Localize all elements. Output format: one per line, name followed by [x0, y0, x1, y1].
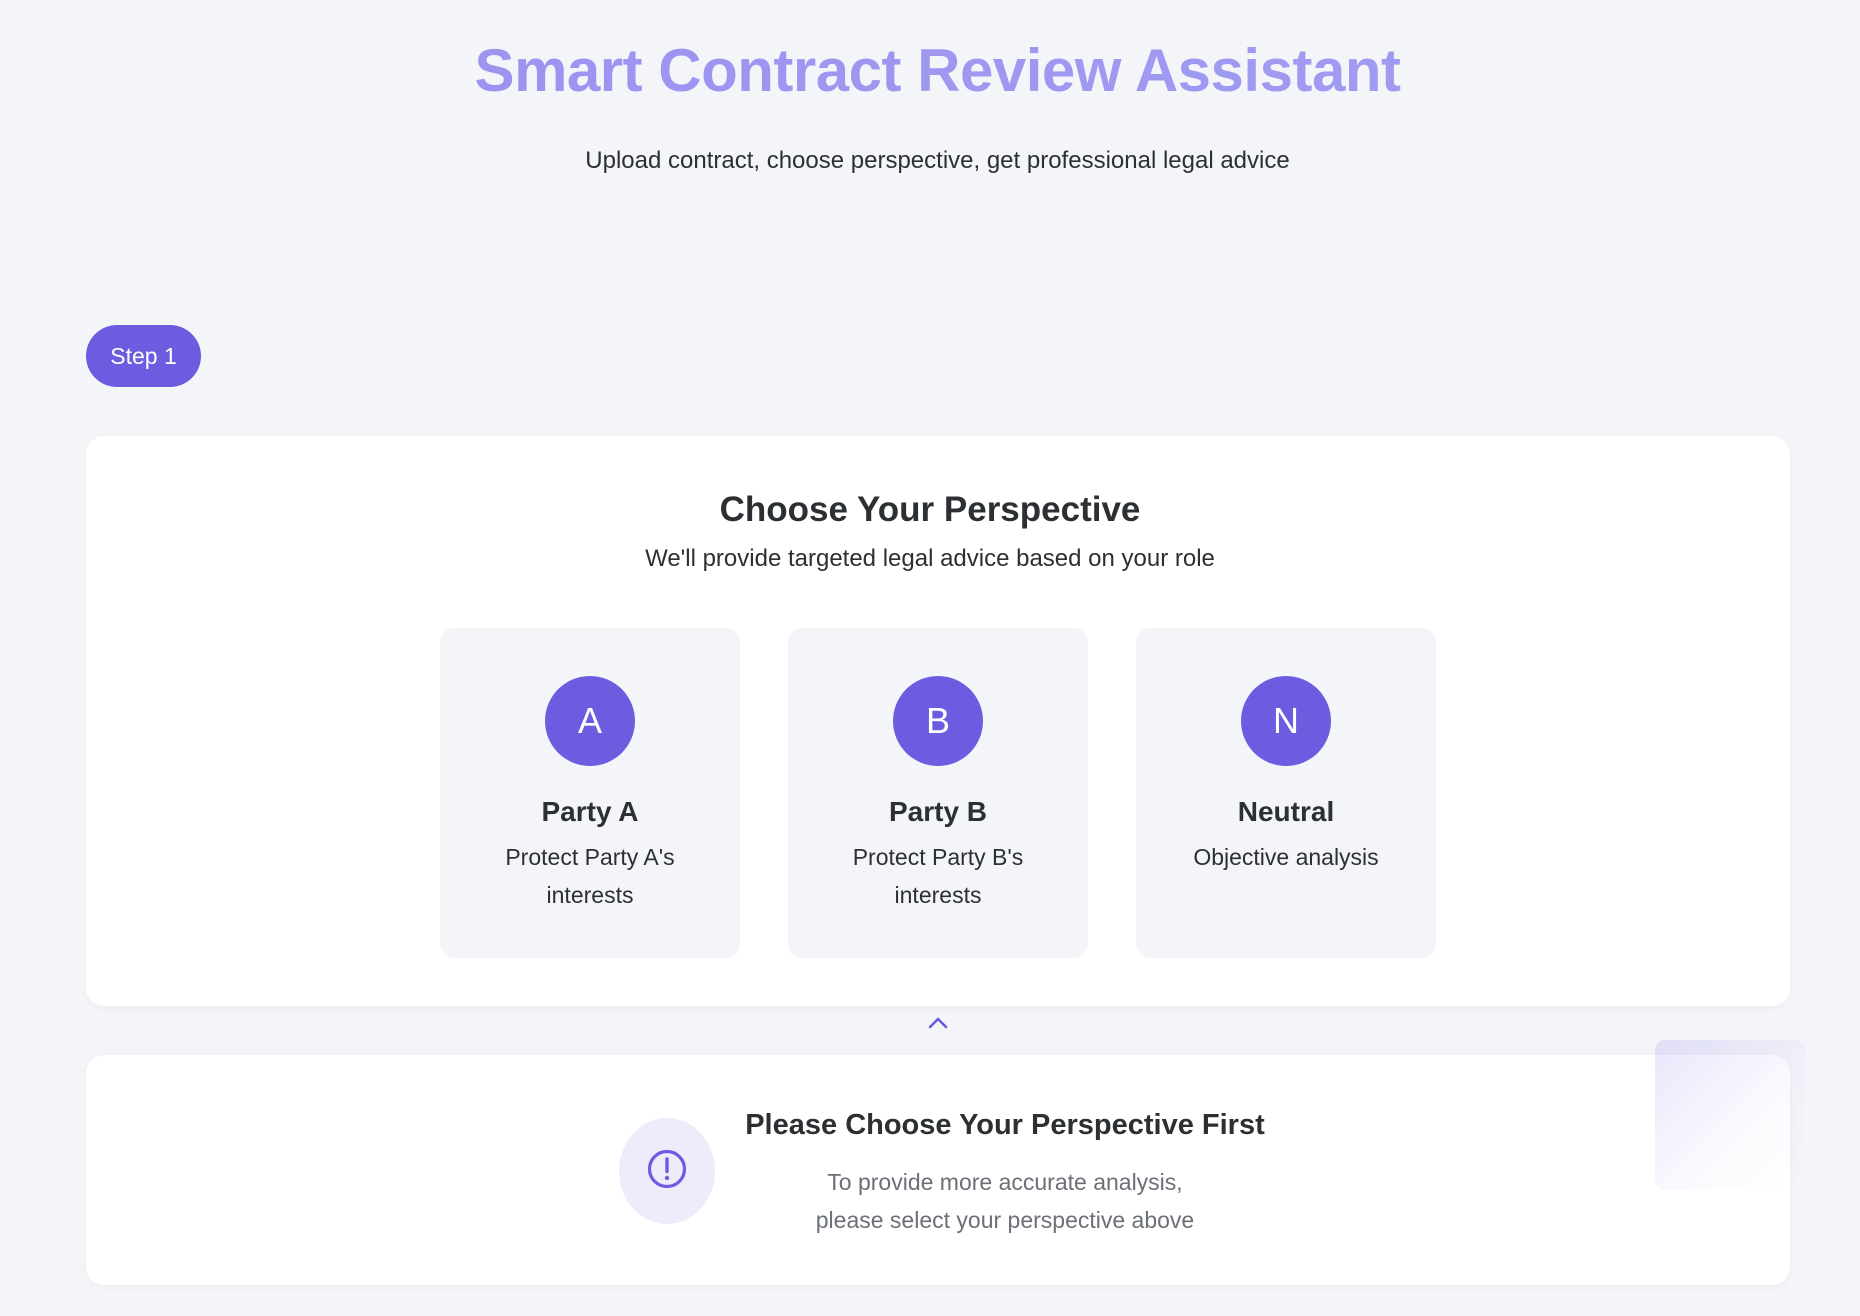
option-name: Party B	[888, 796, 988, 827]
option-neutral[interactable]: N Neutral Objective analysis	[1136, 628, 1436, 958]
app-subtitle: Upload contract, choose perspective, get…	[585, 147, 1290, 174]
step-badge: Step 1	[86, 325, 201, 387]
option-party-b[interactable]: B Party B Protect Party B's interests	[788, 628, 1088, 958]
party-a-avatar: A	[545, 676, 635, 766]
perspective-subtitle: We'll provide targeted legal advice base…	[645, 545, 1215, 572]
neutral-avatar: N	[1241, 676, 1331, 766]
notice-text: To provide more accurate analysis, pleas…	[740, 1163, 1270, 1239]
perspective-options: A Party A Protect Party A's interests B …	[440, 628, 1436, 958]
option-description: Protect Party A's interests	[505, 844, 675, 908]
app-title: Smart Contract Review Assistant	[0, 36, 1860, 105]
corner-decoration	[1655, 1040, 1805, 1190]
party-b-avatar: B	[893, 676, 983, 766]
chevron-up-icon[interactable]	[925, 1012, 951, 1034]
notice-text-line: To provide more accurate analysis,	[827, 1169, 1183, 1195]
notice-text-line: please select your perspective above	[815, 1207, 1195, 1233]
notice-title: Please Choose Your Perspective First	[745, 1109, 1265, 1141]
perspective-title: Choose Your Perspective	[719, 490, 1141, 529]
option-description: Objective analysis	[1193, 844, 1379, 870]
exclamation-circle-icon	[645, 1147, 689, 1196]
option-name: Party A	[541, 796, 639, 827]
option-party-a[interactable]: A Party A Protect Party A's interests	[440, 628, 740, 958]
option-name: Neutral	[1237, 796, 1335, 827]
option-description: Protect Party B's interests	[852, 844, 1024, 908]
